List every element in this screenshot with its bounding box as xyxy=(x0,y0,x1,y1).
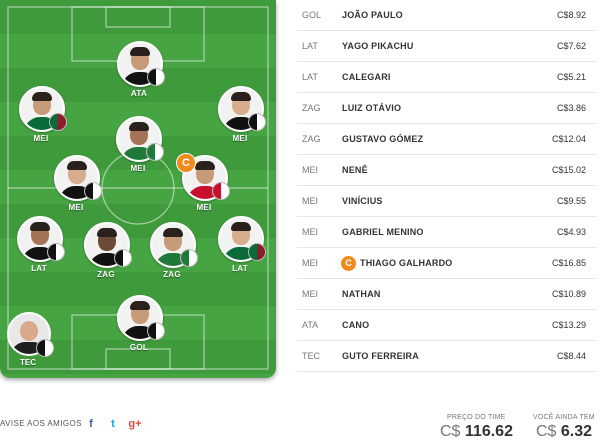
player-position-label: GOL xyxy=(129,343,149,352)
club-crest-icon xyxy=(147,68,165,86)
soccer-pitch: ATA MEI MEI MEI MEI MEI C LAT ZAG ZAG LAT GOL TEC xyxy=(0,0,276,378)
club-crest-icon xyxy=(147,322,165,340)
roster-player-name: NATHAN xyxy=(342,289,381,299)
player-position-label: MEI xyxy=(68,203,84,212)
player-card[interactable]: ZAG xyxy=(76,222,136,294)
roster-row[interactable]: MEI C THIAGO GALHARDO C$16.85 xyxy=(297,248,597,279)
player-card[interactable]: LAT xyxy=(9,216,69,288)
player-card[interactable]: LAT xyxy=(210,216,270,288)
roster-player-name: GUSTAVO GÓMEZ xyxy=(342,134,424,144)
player-card[interactable]: GOL xyxy=(109,295,169,367)
roster-player-name: NENÊ xyxy=(342,165,368,175)
player-position-label: MEI xyxy=(130,164,146,173)
roster-price: C$13.29 xyxy=(551,320,586,330)
roster-list: GOL JOÃO PAULO C$8.92 LAT YAGO PIKACHU C$7.62… xyxy=(297,0,597,372)
player-card[interactable]: MEI xyxy=(11,86,71,158)
roster-row[interactable]: LAT YAGO PIKACHU C$7.62 xyxy=(297,31,597,62)
coach-card[interactable]: TEC xyxy=(0,310,60,378)
roster-position: ATA xyxy=(302,320,319,330)
roster-price: C$12.04 xyxy=(551,134,586,144)
club-crest-icon xyxy=(180,249,198,267)
remaining-budget-label: VOCÊ AINDA TEM xyxy=(533,414,595,421)
player-card[interactable]: ZAG xyxy=(142,222,202,294)
roster-player-name: VINÍCIUS xyxy=(342,196,383,206)
roster-price: C$15.02 xyxy=(551,165,586,175)
roster-player-name: JOÃO PAULO xyxy=(342,10,403,20)
remaining-budget: C$ 6.32 xyxy=(536,423,592,441)
roster-row[interactable]: TEC GUTO FERREIRA C$8.44 xyxy=(297,341,597,372)
player-card[interactable]: MEI xyxy=(210,86,270,158)
roster-price: C$8.44 xyxy=(556,351,586,361)
roster-price: C$4.93 xyxy=(556,227,586,237)
captain-badge-icon: C xyxy=(341,256,356,271)
roster-position: ZAG xyxy=(302,134,321,144)
team-price-currency: C$ xyxy=(440,423,461,440)
club-crest-icon xyxy=(212,182,230,200)
player-position-label: ZAG xyxy=(97,270,115,279)
roster-row[interactable]: ZAG GUSTAVO GÓMEZ C$12.04 xyxy=(297,124,597,155)
club-crest-icon xyxy=(248,113,266,131)
facebook-icon[interactable]: f xyxy=(84,417,98,431)
team-price-label: PREÇO DO TIME xyxy=(447,414,506,421)
roster-position: GOL xyxy=(302,10,322,20)
remaining-budget-value: 6.32 xyxy=(560,423,593,440)
roster-row[interactable]: MEI NENÊ C$15.02 xyxy=(297,155,597,186)
roster-row[interactable]: LAT CALEGARI C$5.21 xyxy=(297,62,597,93)
roster-row[interactable]: MEI VINÍCIUS C$9.55 xyxy=(297,186,597,217)
roster-row[interactable]: MEI NATHAN C$10.89 xyxy=(297,279,597,310)
player-position-label: MEI xyxy=(232,134,248,143)
player-position-label: MEI xyxy=(33,134,49,143)
player-position-label: LAT xyxy=(31,264,47,273)
share-label: AVISE AOS AMIGOS xyxy=(0,419,82,428)
roster-position: TEC xyxy=(302,351,320,361)
club-crest-icon xyxy=(49,113,67,131)
roster-position: MEI xyxy=(302,289,319,299)
captain-badge-icon: C xyxy=(176,153,196,173)
player-position-label: MEI xyxy=(196,203,212,212)
roster-player-name: CALEGARI xyxy=(342,72,391,82)
twitter-icon[interactable]: t xyxy=(106,417,120,431)
player-position-label: ZAG xyxy=(163,270,181,279)
roster-price: C$16.85 xyxy=(551,258,586,268)
roster-price: C$7.62 xyxy=(556,41,586,51)
team-price-value: 116.62 xyxy=(464,423,513,440)
roster-price: C$10.89 xyxy=(551,289,586,299)
googleplus-icon[interactable]: g+ xyxy=(128,417,142,431)
roster-row[interactable]: MEI GABRIEL MENINO C$4.93 xyxy=(297,217,597,248)
club-crest-icon xyxy=(114,249,132,267)
coach-club-crest xyxy=(36,339,54,357)
roster-price: C$5.21 xyxy=(556,72,586,82)
roster-player-name: GUTO FERREIRA xyxy=(342,351,419,361)
roster-price: C$8.92 xyxy=(556,10,586,20)
roster-position: LAT xyxy=(302,41,318,51)
roster-price: C$9.55 xyxy=(556,196,586,206)
roster-position: MEI xyxy=(302,165,319,175)
player-card[interactable]: ATA xyxy=(109,41,169,113)
roster-player-name: YAGO PIKACHU xyxy=(342,41,414,51)
club-crest-icon xyxy=(84,182,102,200)
roster-position: MEI xyxy=(302,258,319,268)
player-position-label: ATA xyxy=(130,89,148,98)
roster-price: C$3.86 xyxy=(556,103,586,113)
roster-player-name: THIAGO GALHARDO xyxy=(360,258,453,268)
roster-position: MEI xyxy=(302,196,319,206)
roster-row[interactable]: ZAG LUIZ OTÁVIO C$3.86 xyxy=(297,93,597,124)
roster-position: ZAG xyxy=(302,103,321,113)
club-crest-icon xyxy=(248,243,266,261)
player-position-label: LAT xyxy=(232,264,248,273)
coach-position-label: TEC xyxy=(20,358,36,367)
roster-player-name: CANO xyxy=(342,320,370,330)
remaining-budget-currency: C$ xyxy=(536,423,557,440)
roster-player-name: LUIZ OTÁVIO xyxy=(342,103,402,113)
team-price: C$ 116.62 xyxy=(440,423,513,441)
roster-row[interactable]: GOL JOÃO PAULO C$8.92 xyxy=(297,0,597,31)
club-crest-icon xyxy=(47,243,65,261)
roster-position: MEI xyxy=(302,227,319,237)
roster-player-name: GABRIEL MENINO xyxy=(342,227,424,237)
roster-position: LAT xyxy=(302,72,318,82)
roster-row[interactable]: ATA CANO C$13.29 xyxy=(297,310,597,341)
player-card[interactable]: MEI xyxy=(108,116,168,188)
club-crest-icon xyxy=(146,143,164,161)
